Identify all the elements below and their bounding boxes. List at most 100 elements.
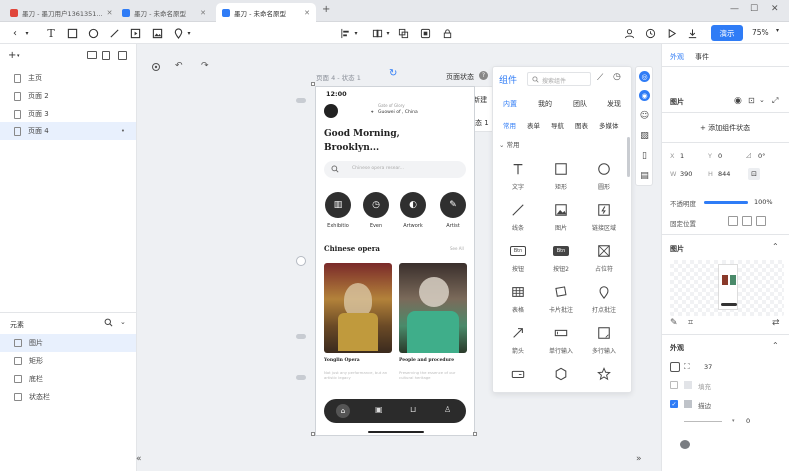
close-icon[interactable]: ✕	[196, 9, 206, 17]
chevron-down-icon[interactable]: ▾	[381, 26, 395, 40]
zoom-level[interactable]: 75%	[752, 28, 769, 37]
frame-label[interactable]: 页面 4 - 状态 1	[316, 72, 361, 82]
component-subtab[interactable]: 常用	[503, 120, 516, 130]
selection-handle[interactable]	[311, 432, 315, 436]
component-item[interactable]: 多行输入	[585, 319, 623, 359]
phone-search-input[interactable]: Chinese opera resear...	[324, 161, 466, 178]
opera-image-1[interactable]	[324, 263, 392, 353]
page-item[interactable]: 页面 2	[0, 87, 136, 105]
component-tab[interactable]: 发现	[607, 99, 621, 109]
text-tool-icon[interactable]: T	[44, 26, 58, 40]
maximize-icon[interactable]: ☐	[750, 4, 758, 14]
close-icon[interactable]: ✕	[300, 9, 310, 17]
location-text[interactable]: Guowei of , China	[378, 110, 418, 115]
component-item[interactable]: 圆形	[585, 155, 623, 195]
recent-icon[interactable]: ◷	[613, 72, 621, 82]
group-icon[interactable]	[396, 26, 410, 40]
browser-tab-2[interactable]: 墨刀 - 未命名原型 ✕	[116, 3, 212, 22]
search-icon[interactable]	[104, 318, 113, 327]
undo-icon[interactable]: ↶	[175, 61, 183, 71]
image-library-icon[interactable]: ▨	[639, 130, 650, 141]
collapse-right-icon[interactable]: »	[636, 454, 642, 464]
rotation-field[interactable]: 0°	[758, 152, 765, 160]
shadow-swatch[interactable]	[680, 440, 690, 449]
element-item[interactable]: 矩形	[0, 352, 136, 370]
stroke-width-field[interactable]: 0	[746, 417, 750, 425]
settings-icon[interactable]	[151, 62, 161, 72]
chevron-down-icon[interactable]: ▾	[732, 418, 735, 424]
presentation-button[interactable]: 演示	[711, 25, 743, 41]
add-component-state-button[interactable]: + 添加组件状态	[700, 123, 750, 133]
chevron-down-icon[interactable]: ▾	[349, 26, 363, 40]
see-all-link[interactable]: See All	[450, 246, 464, 251]
collapse-left-icon[interactable]: «	[136, 454, 142, 464]
components-icon[interactable]: ◎	[639, 71, 650, 82]
frame-handle[interactable]	[296, 375, 306, 380]
opacity-slider[interactable]	[704, 201, 748, 204]
frame-handle[interactable]	[296, 334, 306, 339]
fixed-position-option-icon[interactable]	[728, 216, 738, 226]
image-preview[interactable]	[670, 260, 784, 316]
opera-image-2[interactable]	[399, 263, 467, 353]
add-page-icon[interactable]: +	[8, 50, 16, 61]
component-item[interactable]	[542, 360, 580, 400]
fill-checkbox[interactable]	[670, 381, 678, 389]
component-item[interactable]: 矩形	[542, 155, 580, 195]
page-item-selected[interactable]: 页面 4 •	[0, 122, 136, 140]
frame-handle[interactable]	[296, 256, 306, 266]
refresh-icon[interactable]: ↻	[389, 68, 397, 79]
new-tab-icon[interactable]: +	[322, 4, 330, 15]
home-icon[interactable]: ⌂	[336, 404, 350, 418]
edit-icon[interactable]: ✎	[670, 318, 678, 328]
fixed-position-option-icon[interactable]	[742, 216, 752, 226]
minimize-icon[interactable]: —	[730, 4, 739, 14]
user-icon[interactable]	[622, 26, 636, 40]
download-icon[interactable]	[685, 26, 699, 40]
profile-icon[interactable]: ♙	[444, 405, 451, 414]
play-icon[interactable]	[664, 26, 678, 40]
x-field[interactable]: 1	[680, 152, 684, 160]
new-page-icon[interactable]	[102, 51, 110, 60]
component-tab[interactable]: 内置	[503, 99, 517, 109]
tab-appearance[interactable]: 外观	[670, 52, 684, 62]
element-item[interactable]: 状态栏	[0, 388, 136, 406]
visibility-icon[interactable]: ◉	[734, 96, 742, 106]
emoji-icon[interactable]: ☺	[639, 110, 650, 121]
component-item[interactable]	[499, 360, 537, 400]
component-item[interactable]: 单行输入	[542, 319, 580, 359]
component-item[interactable]: Btn 按钮	[499, 237, 537, 277]
frame-handle[interactable]	[296, 98, 306, 103]
replace-icon[interactable]: ⇄	[772, 318, 780, 328]
tab-events[interactable]: 事件	[695, 52, 709, 62]
component-subtab[interactable]: 导航	[551, 120, 564, 130]
stroke-checkbox[interactable]: ✓	[670, 400, 678, 408]
chevron-down-icon[interactable]: ⌄	[120, 318, 126, 326]
line-tool-icon[interactable]	[107, 26, 121, 40]
corner-radius-icon[interactable]	[670, 362, 680, 372]
boolean-icon[interactable]	[418, 26, 432, 40]
lock-icon[interactable]: ⊡	[748, 96, 755, 105]
redo-icon[interactable]: ↷	[201, 61, 209, 71]
component-item[interactable]: Btn 按钮2	[542, 237, 580, 277]
scrollbar[interactable]	[627, 137, 630, 177]
artist-icon[interactable]: ✎	[440, 192, 466, 218]
collapse-panel-icon[interactable]	[118, 51, 127, 60]
browser-tab-3[interactable]: 墨刀 - 未命名原型 ✕	[216, 3, 316, 22]
chevron-down-icon[interactable]: ▾	[182, 26, 196, 40]
selection-handle[interactable]	[311, 82, 315, 86]
y-field[interactable]: 0	[718, 152, 722, 160]
circle-tool-icon[interactable]	[86, 26, 100, 40]
page-item[interactable]: 主页	[0, 69, 136, 87]
template-icon[interactable]: ▤	[639, 170, 650, 181]
element-item[interactable]: 底栏	[0, 370, 136, 388]
component-item[interactable]: 卡片批注	[542, 278, 580, 318]
calendar-icon[interactable]: ▣	[375, 405, 383, 414]
exhibition-icon[interactable]: ▥	[325, 192, 351, 218]
element-item-selected[interactable]: 图片	[0, 334, 136, 352]
chevron-up-icon[interactable]: ⌃	[772, 242, 779, 251]
component-item[interactable]: 线条	[499, 196, 537, 236]
component-item[interactable]: 表格	[499, 278, 537, 318]
rectangle-tool-icon[interactable]	[65, 26, 79, 40]
chevron-up-icon[interactable]: ⌃	[772, 341, 779, 350]
expand-icon[interactable]: ⤢	[772, 96, 778, 106]
